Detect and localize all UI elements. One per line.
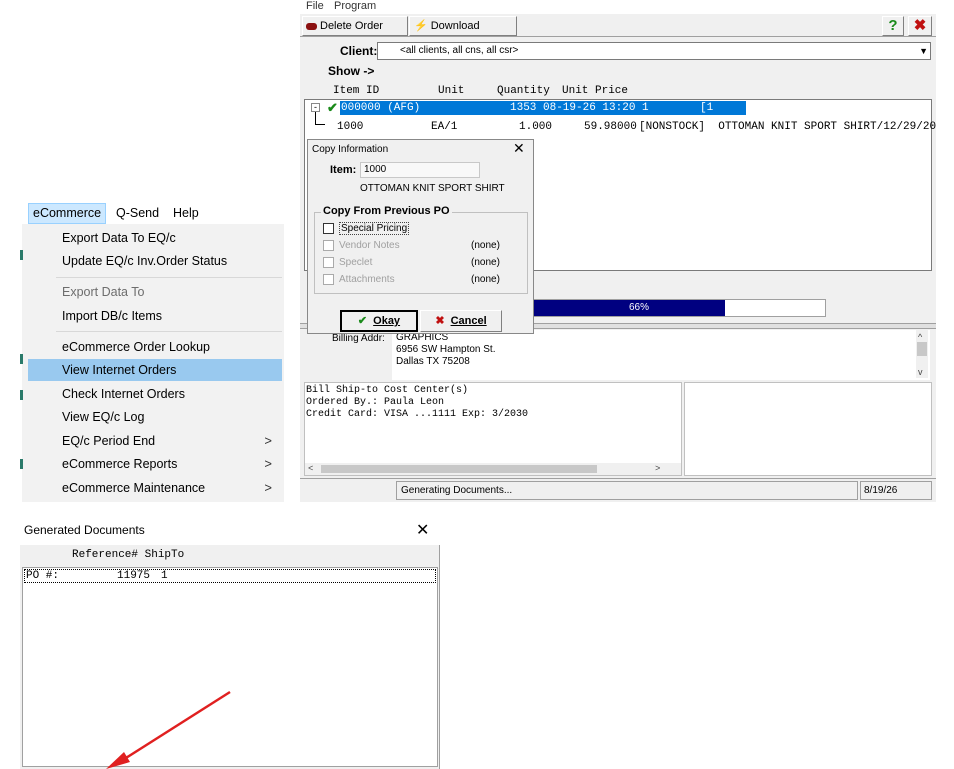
arrow-head: [106, 752, 130, 769]
red-arrow-annotation: [106, 690, 231, 769]
arrow-shaft: [117, 690, 231, 765]
